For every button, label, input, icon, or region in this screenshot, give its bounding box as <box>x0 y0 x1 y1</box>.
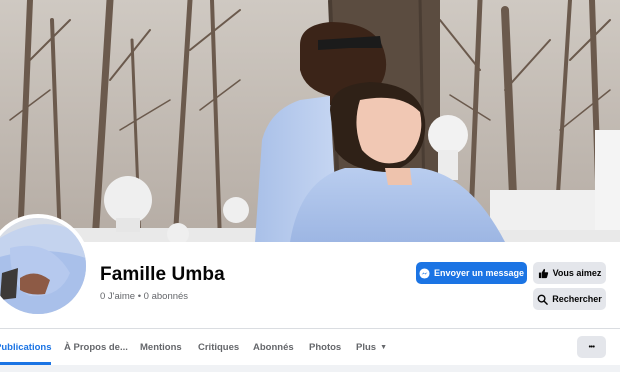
tab-label: Publications <box>0 341 52 353</box>
send-message-button[interactable]: Envoyer un message <box>416 262 527 284</box>
tab-mentions[interactable]: Mentions <box>140 329 182 365</box>
send-message-label: Envoyer un message <box>433 268 525 278</box>
page-title: Famille Umba <box>100 264 225 285</box>
caret-down-icon: ▼ <box>380 343 387 351</box>
more-dots-icon: ••• <box>588 343 595 351</box>
tab-publications[interactable]: Publications <box>0 329 52 365</box>
more-options-button[interactable]: ••• <box>577 336 606 358</box>
tab-label: Critiques <box>198 341 240 353</box>
cover-photo[interactable] <box>0 0 620 242</box>
thumbs-up-icon <box>538 268 549 279</box>
tab-photos[interactable]: Photos <box>309 329 341 365</box>
messenger-icon <box>419 267 430 279</box>
page-tabs: Publications À Propos de... Mentions Cri… <box>0 329 570 365</box>
content-background <box>0 365 620 372</box>
tab-label: À Propos de... <box>64 341 128 353</box>
like-page-label: Vous aimez <box>552 268 602 278</box>
tab-followers[interactable]: Abonnés <box>253 329 294 365</box>
tab-label: Photos <box>309 341 342 353</box>
search-label: Rechercher <box>552 294 602 304</box>
like-page-button[interactable]: Vous aimez <box>533 262 606 284</box>
page-stats: 0 J'aime • 0 abonnés <box>100 291 189 302</box>
tab-more[interactable]: Plus ▼ <box>356 329 387 365</box>
tab-reviews[interactable]: Critiques <box>198 329 239 365</box>
tab-label: Plus <box>356 341 377 353</box>
tab-about[interactable]: À Propos de... <box>64 329 128 365</box>
tab-label: Mentions <box>140 341 182 353</box>
tab-label: Abonnés <box>253 341 294 353</box>
cover-photo-image <box>0 0 620 242</box>
search-icon <box>537 294 549 305</box>
profile-avatar-image <box>0 218 86 314</box>
search-button[interactable]: Rechercher <box>533 288 606 310</box>
